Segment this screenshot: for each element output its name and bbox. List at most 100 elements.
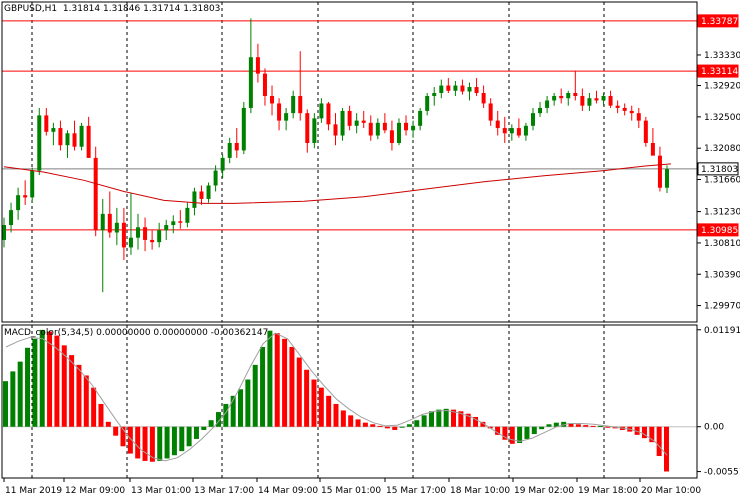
price-marker-label: 1.33114	[701, 67, 738, 77]
macd-bar	[47, 331, 53, 427]
macd-bar	[142, 426, 148, 461]
macd-axis: 0.0119135 0.00 -0.005511	[697, 326, 740, 478]
time-label: 19 Mar 02:00	[514, 486, 574, 496]
candle-body	[136, 227, 141, 238]
candle-body	[234, 142, 239, 151]
macd-bar	[208, 420, 214, 427]
macd-bar	[274, 333, 280, 427]
macd-bar	[436, 409, 442, 427]
macd-bar	[135, 426, 141, 459]
chart-canvas[interactable]: 1.33330 1.32920 1.32500 1.32080 1.31660 1.312…	[0, 0, 740, 500]
macd-panel-frame	[1, 324, 698, 479]
time-label: 15 Mar 17:00	[386, 486, 446, 496]
price-tick-label: 1.31660	[704, 176, 740, 186]
candle-body	[573, 93, 578, 96]
candle-body	[157, 230, 162, 243]
time-label: 13 Mar 01:00	[131, 486, 191, 496]
macd-bar	[179, 426, 185, 452]
candle-body	[333, 124, 338, 136]
macd-bar	[656, 426, 662, 457]
macd-tick-label: 0.00	[704, 423, 724, 433]
candle-body	[227, 142, 232, 158]
price-tick-label: 1.32920	[704, 82, 740, 92]
macd-bar	[377, 425, 383, 427]
price-marker-label: 1.31803	[701, 165, 738, 175]
macd-bar	[318, 387, 324, 427]
price-tick-label: 1.30390	[704, 270, 740, 280]
candle-body	[665, 169, 669, 188]
candle-body	[262, 73, 267, 96]
candle-body	[291, 95, 296, 114]
chart-header: GBPUSD,H1 1.31814 1.31846 1.31714 1.3180…	[4, 4, 220, 14]
macd-bar	[392, 426, 398, 430]
candle-body	[404, 122, 409, 131]
candle-body	[488, 103, 493, 121]
macd-bar	[304, 369, 310, 427]
candle-body	[552, 95, 557, 101]
macd-bar	[399, 426, 405, 428]
macd-bar	[76, 364, 82, 427]
candle-body	[361, 120, 366, 123]
candle-body	[93, 157, 98, 231]
macd-bar	[98, 403, 104, 427]
candle-body	[354, 120, 359, 126]
candle-body	[538, 107, 543, 114]
macd-title: MACD_color(5,34,5) 0.00000000 0.00000000…	[4, 328, 269, 338]
candle-body	[107, 213, 112, 233]
macd-bar	[39, 329, 45, 427]
candle-body	[305, 113, 310, 143]
candle-body	[425, 95, 430, 111]
macd-bar	[414, 420, 420, 427]
macd-bar	[10, 371, 16, 427]
candle-body	[312, 118, 317, 143]
macd-bar	[664, 426, 669, 472]
macd-bar	[164, 426, 170, 459]
macd-histogram	[2, 329, 697, 472]
macd-bar	[201, 426, 207, 430]
price-tick-label: 1.30810	[704, 239, 740, 249]
candle-body	[37, 115, 42, 171]
candle-body	[2, 225, 6, 240]
candle-body	[530, 113, 535, 126]
price-tick-label: 1.32500	[704, 113, 740, 123]
candle-body	[241, 107, 246, 151]
macd-bar	[340, 410, 346, 427]
candle-body	[375, 122, 380, 136]
candle-body	[121, 222, 126, 248]
candle-body	[643, 120, 648, 143]
candle-body	[255, 57, 260, 74]
macd-bar	[157, 426, 163, 461]
price-tick-label: 1.32080	[704, 144, 740, 154]
candle-body	[629, 110, 634, 114]
candle-body	[44, 115, 49, 132]
time-label: 19 Mar 18:00	[578, 486, 638, 496]
macd-bar	[333, 403, 339, 427]
candle-body	[566, 93, 571, 99]
candle-body	[396, 122, 401, 143]
price-marker-label: 1.33787	[701, 17, 738, 27]
candle-body	[128, 237, 133, 248]
candle-body	[418, 110, 423, 126]
candle-body	[319, 103, 324, 119]
candle-body	[467, 87, 472, 92]
macd-bar	[355, 419, 361, 427]
candle-body	[509, 128, 514, 134]
grid-lines	[31, 2, 605, 478]
close-price: 1.31803	[183, 4, 221, 14]
candle-body	[559, 95, 564, 99]
candle-body	[657, 155, 662, 188]
candle-body	[523, 125, 528, 136]
macd-tick-label: 0.0119135	[704, 326, 740, 336]
macd-bar	[252, 364, 258, 427]
macd-bar	[83, 375, 89, 427]
macd-bar	[32, 338, 38, 427]
candle-body	[382, 122, 387, 131]
macd-bar	[575, 424, 581, 427]
candle-body	[16, 195, 21, 211]
macd-tick-label: -0.005511	[704, 468, 740, 478]
candle-body	[220, 157, 225, 171]
moving-average	[3, 163, 672, 204]
candle-body	[164, 225, 169, 231]
macd-bar	[260, 346, 266, 427]
candle-body	[277, 103, 282, 121]
